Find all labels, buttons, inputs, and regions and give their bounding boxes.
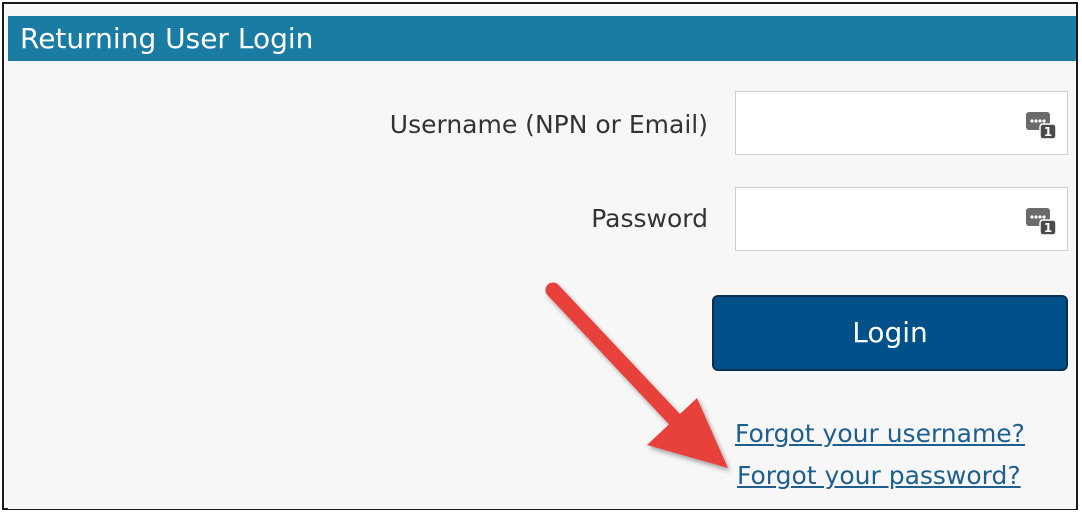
username-label: Username (NPN or Email)	[389, 110, 708, 139]
password-manager-icon[interactable]: 1	[1025, 205, 1057, 237]
login-button[interactable]: Login	[712, 295, 1068, 371]
panel-header: Returning User Login	[8, 16, 1076, 61]
login-form: Username (NPN or Email) 1 Password 1 Log…	[8, 61, 1076, 509]
password-input[interactable]	[736, 188, 1016, 250]
svg-text:1: 1	[1044, 221, 1052, 235]
panel-title: Returning User Login	[20, 22, 314, 55]
password-label: Password	[591, 204, 708, 233]
forgot-password-link[interactable]: Forgot your password?	[737, 461, 1021, 490]
username-input[interactable]	[736, 92, 1016, 154]
forgot-username-link[interactable]: Forgot your username?	[735, 419, 1025, 448]
username-field-wrapper: 1	[735, 91, 1068, 155]
svg-text:1: 1	[1044, 125, 1052, 139]
password-field-wrapper: 1	[735, 187, 1068, 251]
password-manager-icon[interactable]: 1	[1025, 109, 1057, 141]
